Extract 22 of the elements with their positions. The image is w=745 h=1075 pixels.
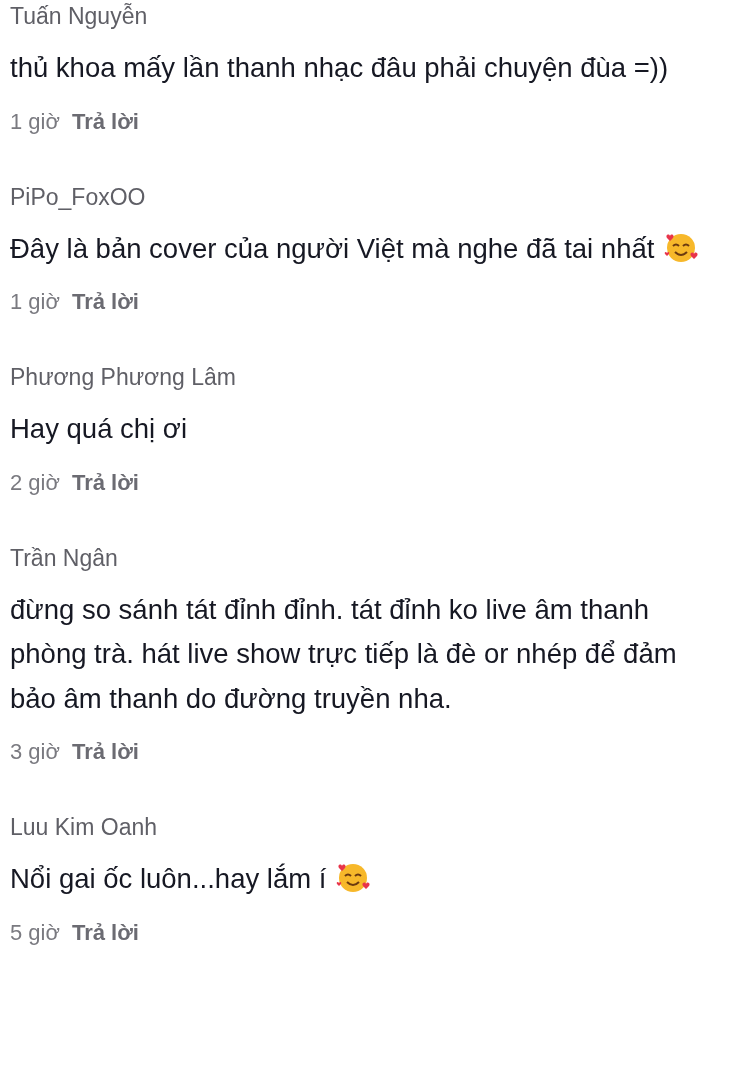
reply-link[interactable]: Trả lời	[71, 467, 139, 498]
reply-link[interactable]: Trả lời	[71, 917, 139, 948]
reply-link[interactable]: Trả lời	[71, 287, 139, 317]
smiling-face-with-hearts-icon	[664, 231, 699, 264]
comment-text: thủ khoa mấy lần thanh nhạc đâu phải chuyện đùa =))	[10, 51, 670, 85]
comment-text: Hay quá chị ơi	[10, 412, 188, 446]
comment-text: đừng so sánh tát đỉnh đỉnh. tát đỉnh ko live âm thanh phòng trà. hát live show trực tiếp là đè or nhép để đảm bảo âm thanh do đường truyền nha.	[10, 592, 678, 716]
comment-text: Nổi gai ốc luôn...hay lắm í	[10, 857, 727, 902]
comment-time: 2 giờ	[10, 468, 60, 497]
comment-time: 3 giờ	[10, 738, 60, 766]
comment-author[interactable]: Tuấn Nguyễn	[10, 0, 148, 32]
comment-author[interactable]: Phương Phương Lâm	[10, 361, 236, 393]
comment-author[interactable]: Trần Ngân	[10, 541, 118, 574]
reply-link[interactable]: Trả lời	[71, 737, 139, 767]
comment-author[interactable]: Luu Kim Oanh	[10, 811, 158, 843]
comment-author[interactable]: PiPo_FoxOO	[10, 180, 146, 213]
comment-time: 5 giờ	[10, 918, 60, 947]
comment-time: 1 giờ	[10, 107, 60, 136]
reply-link[interactable]: Trả lời	[71, 106, 139, 137]
smiling-face-with-hearts-icon	[336, 862, 371, 894]
comment-time: 1 giờ	[10, 288, 60, 316]
comment-text: Đây là bản cover của người Việt mà nghe đã tai nhất	[10, 226, 727, 271]
